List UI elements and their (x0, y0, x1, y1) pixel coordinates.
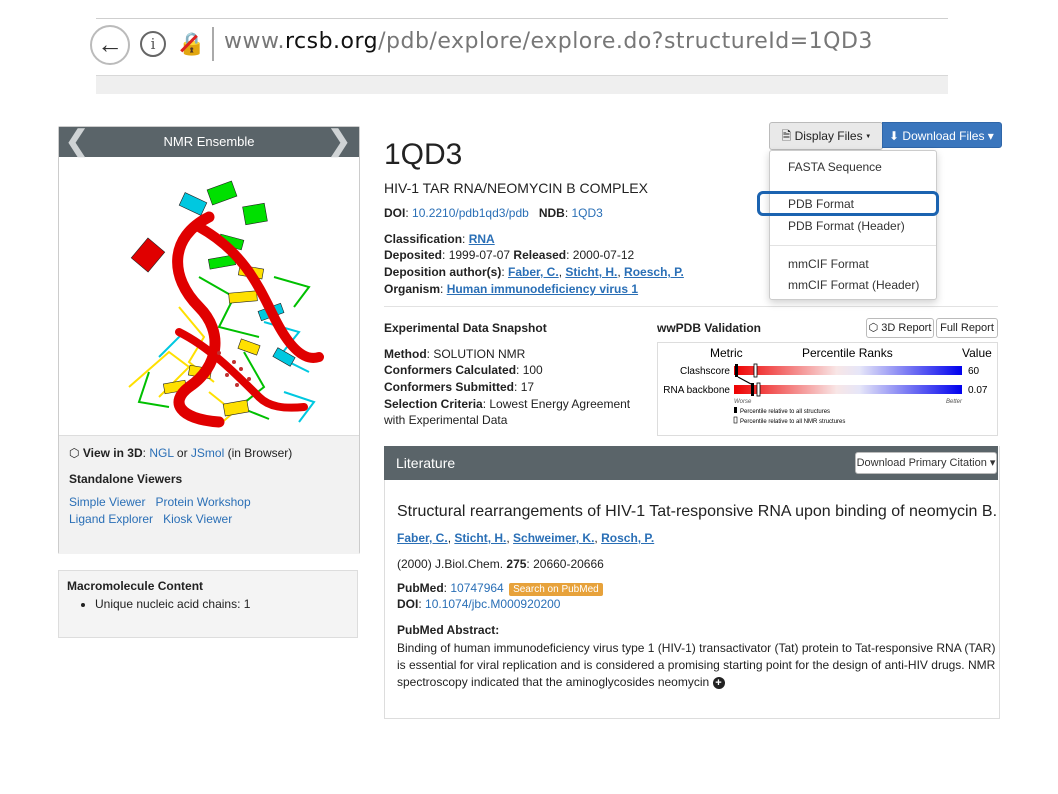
highlight-box (757, 191, 939, 216)
viewers-row-1: Simple Viewer Protein Workshop (69, 495, 251, 509)
download-citation-button[interactable]: Download Primary Citation ▾ (855, 452, 997, 474)
download-icon: ⬇ (889, 129, 900, 143)
abstract-text: Binding of human immunodeficiency virus … (397, 641, 996, 689)
cube-icon: ⬡ (868, 322, 879, 334)
author-link[interactable]: Roesch, P. (624, 265, 684, 279)
url-text[interactable]: www.rcsb.org/pdb/explore/explore.do?stru… (224, 29, 873, 54)
svg-text:Worse: Worse (734, 399, 752, 405)
menu-item-fasta[interactable]: FASTA Sequence (788, 160, 882, 174)
abstract-label: PubMed Abstract: (397, 623, 500, 637)
browser-address-area: ← i 🔒 www.rcsb.org/pdb/explore/explore.d… (90, 18, 948, 94)
authors-row: Deposition author(s): Faber, C., Sticht,… (384, 265, 684, 279)
view-in-3d-row: ⬡ View in 3D: NGL or JSmol (in Browser) (69, 446, 293, 460)
display-files-menu: FASTA Sequence PDB Format PDB Format (He… (769, 150, 937, 300)
validation-title: wwPDB Validation (657, 321, 762, 335)
conformers-sub-row: Conformers Submitted: 17 (384, 380, 535, 394)
author-link[interactable]: Sticht, H. (454, 531, 506, 545)
macromolecule-item: Unique nucleic acid chains: 1 (95, 597, 250, 611)
metric-header: Metric (710, 346, 743, 360)
caret-down-icon: ▾ (865, 129, 871, 143)
caret-down-icon: ▾ (987, 129, 994, 143)
doi-link[interactable]: 10.2210/pdb1qd3/pdb (412, 206, 529, 220)
file-icon: 🗎 (781, 129, 792, 143)
author-link[interactable]: Faber, C. (397, 531, 448, 545)
organism-link[interactable]: Human immunodeficiency virus 1 (447, 282, 638, 296)
standalone-viewers-title: Standalone Viewers (69, 472, 183, 486)
info-icon[interactable]: i (140, 31, 166, 57)
organism-row: Organism: Human immunodeficiency virus 1 (384, 282, 639, 296)
conformers-calc-row: Conformers Calculated: 100 (384, 363, 543, 377)
author-link[interactable]: Sticht, H. (565, 265, 617, 279)
macromolecule-title: Macromolecule Content (67, 579, 204, 593)
literature-title: Literature (396, 455, 456, 471)
svg-text:Better: Better (946, 399, 963, 405)
address-bar[interactable]: ← i 🔒 www.rcsb.org/pdb/explore/explore.d… (90, 18, 948, 76)
3d-report-button[interactable]: ⬡ 3D Report (866, 318, 934, 338)
rna-backbone-bar (734, 385, 962, 394)
validation-slider-graphic: Metric Percentile Ranks Value Clashscore… (663, 346, 992, 425)
display-files-button[interactable]: 🗎 Display Files ▾ (769, 122, 883, 150)
author-link[interactable]: Faber, C. (508, 265, 559, 279)
macromolecule-content-panel: Macromolecule Content Unique nucleic aci… (58, 570, 358, 638)
ensemble-header: ❮ NMR Ensemble ❯ (59, 127, 359, 157)
article-doi-link[interactable]: 10.1074/jbc.M000920200 (425, 597, 560, 611)
menu-item-mmcif[interactable]: mmCIF Format (788, 257, 869, 271)
kiosk-viewer-link[interactable]: Kiosk Viewer (163, 512, 232, 526)
article-authors: Faber, C., Sticht, H., Schweimer, K., Ro… (397, 531, 655, 545)
jsmol-link[interactable]: JSmol (191, 446, 224, 460)
clashscore-bar (734, 366, 962, 375)
author-link[interactable]: Schweimer, K. (513, 531, 594, 545)
criteria-row: Selection Criteria: Lowest Energy Agreem… (384, 397, 631, 411)
author-link[interactable]: Rosch, P. (601, 531, 654, 545)
previous-image-icon[interactable]: ❮ (65, 127, 88, 155)
nmr-ensemble-panel: ❮ NMR Ensemble ❯ ⬡ View in 3D: NGL or JS… (58, 126, 360, 554)
search-pubmed-button[interactable]: Search on PubMed (509, 583, 603, 596)
back-button[interactable]: ← (90, 25, 130, 65)
expand-plus-icon[interactable]: + (712, 677, 725, 689)
caret-down-icon: ▾ (989, 457, 996, 469)
structure-id: 1QD3 (384, 138, 463, 171)
back-arrow-icon: ← (97, 29, 123, 59)
pubmed-row: PubMed: 10747964 Search on PubMed (397, 581, 603, 596)
molecule-image[interactable] (59, 157, 359, 435)
simple-viewer-link[interactable]: Simple Viewer (69, 495, 145, 509)
menu-item-pdb-header[interactable]: PDB Format (Header) (788, 219, 905, 233)
citation: (2000) J.Biol.Chem. 275: 20660-20666 (397, 557, 604, 571)
value-header: Value (962, 346, 992, 360)
experimental-title: Experimental Data Snapshot (384, 321, 547, 335)
menu-item-mmcif-header[interactable]: mmCIF Format (Header) (788, 278, 919, 292)
ensemble-title: NMR Ensemble (163, 134, 255, 149)
article-title: Structural rearrangements of HIV-1 Tat-r… (397, 503, 998, 520)
svg-text:Percentile relative to all str: Percentile relative to all structures (740, 409, 830, 415)
value-clashscore: 60 (968, 366, 980, 377)
ranks-header: Percentile Ranks (802, 346, 893, 360)
divider (384, 306, 998, 307)
ligand-explorer-link[interactable]: Ligand Explorer (69, 512, 153, 526)
viewers-row-2: Ligand Explorer Kiosk Viewer (69, 512, 232, 526)
svg-text:Percentile relative to all NMR: Percentile relative to all NMR structure… (740, 419, 845, 425)
viewer-links: ⬡ View in 3D: NGL or JSmol (in Browser) … (59, 435, 359, 554)
structure-title: HIV-1 TAR RNA/NEOMYCIN B COMPLEX (384, 180, 648, 196)
value-rna-backbone: 0.07 (968, 385, 988, 396)
full-report-button[interactable]: Full Report (936, 318, 998, 338)
insecure-lock-icon[interactable]: 🔒 (178, 31, 205, 57)
address-separator (212, 27, 214, 61)
pubmed-link[interactable]: 10747964 (450, 581, 503, 595)
validation-slider-box[interactable]: Metric Percentile Ranks Value Clashscore… (657, 342, 998, 436)
protein-workshop-link[interactable]: Protein Workshop (156, 495, 251, 509)
download-files-button[interactable]: ⬇ Download Files ▾ (882, 122, 1002, 148)
ngl-link[interactable]: NGL (149, 446, 173, 460)
cube-icon: ⬡ (69, 446, 80, 460)
classification-row: Classification: RNA (384, 232, 495, 246)
criteria-row-2: with Experimental Data (384, 413, 508, 427)
next-image-icon[interactable]: ❯ (328, 127, 351, 155)
article-doi-row: DOI: 10.1074/jbc.M000920200 (397, 597, 561, 611)
doi-row: DOI: 10.2210/pdb1qd3/pdb NDB: 1QD3 (384, 206, 603, 220)
metric-clashscore: Clashscore (680, 366, 730, 377)
ndb-link[interactable]: 1QD3 (572, 206, 603, 220)
method-row: Method: SOLUTION NMR (384, 347, 526, 361)
classification-link[interactable]: RNA (469, 232, 495, 246)
dates-row: Deposited: 1999-07-07 Released: 2000-07-… (384, 248, 635, 262)
metric-rna-backbone: RNA backbone (663, 385, 730, 396)
